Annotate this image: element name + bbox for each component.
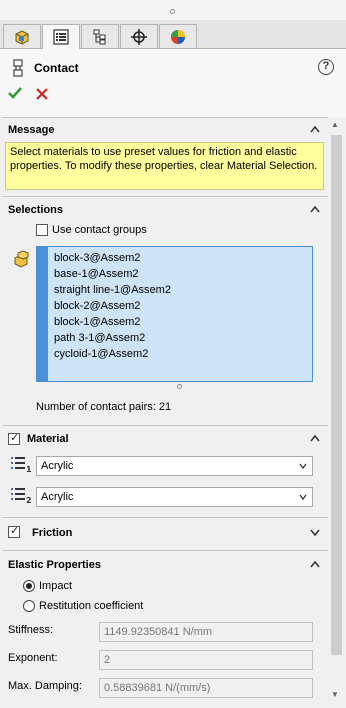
panel-grip[interactable] [0,0,346,20]
friction-heading[interactable]: Friction [32,527,72,539]
components-icon [14,250,29,268]
ok-check-icon[interactable] [7,85,23,101]
material-1-select[interactable]: Acrylic [36,456,313,476]
chevron-down-icon [299,463,307,469]
section-divider [2,425,328,426]
manager-tabs [0,20,346,49]
use-contact-groups-label: Use contact groups [52,224,147,236]
chevron-up-icon[interactable] [310,434,320,442]
scroll-up-arrow-icon[interactable]: ▲ [331,120,339,129]
dimxpert-icon [131,28,147,45]
configuration-manager-icon [93,29,106,44]
restitution-coefficient-label: Restitution coefficient [39,600,144,612]
selected-components-list[interactable]: block-3@Assem2 base-1@Assem2 straight li… [36,246,313,382]
cancel-x-icon[interactable] [34,86,50,102]
contact-pairs-count: Number of contact pairs: 21 [36,401,172,413]
exponent-field: 2 [99,650,313,670]
display-manager-icon [171,29,185,44]
grip-dot [170,9,175,14]
section-divider [2,196,328,197]
impact-label: Impact [39,580,73,592]
tab-feature-manager[interactable] [3,24,41,48]
selections-heading[interactable]: Selections [8,204,63,216]
tab-display-manager[interactable] [159,24,197,48]
use-contact-groups-checkbox[interactable] [36,224,48,236]
elastic-properties-heading[interactable]: Elastic Properties [8,559,101,571]
tab-dimxpert-manager[interactable] [120,24,158,48]
list-resize-handle[interactable] [177,384,182,389]
list-item[interactable]: base-1@Assem2 [54,268,139,280]
chevron-up-icon[interactable] [310,125,320,133]
material-checkbox[interactable] [8,431,20,445]
max-damping-field: 0.58839681 N/(mm/s) [99,678,313,698]
material-heading[interactable]: Material [27,433,69,445]
material-2-value: Acrylic [41,491,74,503]
section-divider [2,550,328,551]
list-item[interactable]: straight line-1@Assem2 [54,284,171,296]
message-heading[interactable]: Message [8,124,54,136]
material-2-select[interactable]: Acrylic [36,487,313,507]
section-divider [2,517,328,518]
page-title: Contact [34,61,79,75]
chevron-up-icon[interactable] [310,205,320,213]
contact-icon [13,59,23,77]
list-item[interactable]: block-3@Assem2 [54,252,140,264]
restitution-coefficient-radio[interactable] [23,600,35,612]
chevron-down-icon [299,494,307,500]
friction-checkbox[interactable] [8,524,20,538]
section-divider [2,117,328,118]
tab-configuration-manager[interactable] [81,24,119,48]
tab-property-manager[interactable] [42,24,80,49]
stiffness-field: 1149.92350841 N/mm [99,622,313,642]
impact-radio[interactable] [23,580,35,592]
help-button[interactable]: ? [318,59,334,75]
svg-text:2: 2 [26,496,32,504]
property-manager-icon [53,29,69,45]
stiffness-label: Stiffness: [8,624,54,636]
list-item[interactable]: block-1@Assem2 [54,316,140,328]
chevron-up-icon[interactable] [310,560,320,568]
list-item[interactable]: block-2@Assem2 [54,300,140,312]
chevron-down-icon[interactable] [310,528,320,536]
scroll-down-arrow-icon[interactable]: ▼ [331,690,339,699]
list-selection-bar [37,247,48,381]
list-item[interactable]: cycloid-1@Assem2 [54,348,148,360]
material-1-value: Acrylic [41,460,74,472]
message-box: Select materials to use preset values fo… [5,142,324,190]
material-2-icon: 2 [11,488,32,504]
list-item[interactable]: path 3-1@Assem2 [54,332,145,344]
scroll-thumb[interactable] [331,135,342,655]
svg-text:1: 1 [26,465,32,473]
max-damping-label: Max. Damping: [8,680,82,692]
material-1-icon: 1 [11,457,32,473]
property-manager-header [0,49,346,117]
exponent-label: Exponent: [8,652,58,664]
feature-manager-icon [15,29,29,45]
